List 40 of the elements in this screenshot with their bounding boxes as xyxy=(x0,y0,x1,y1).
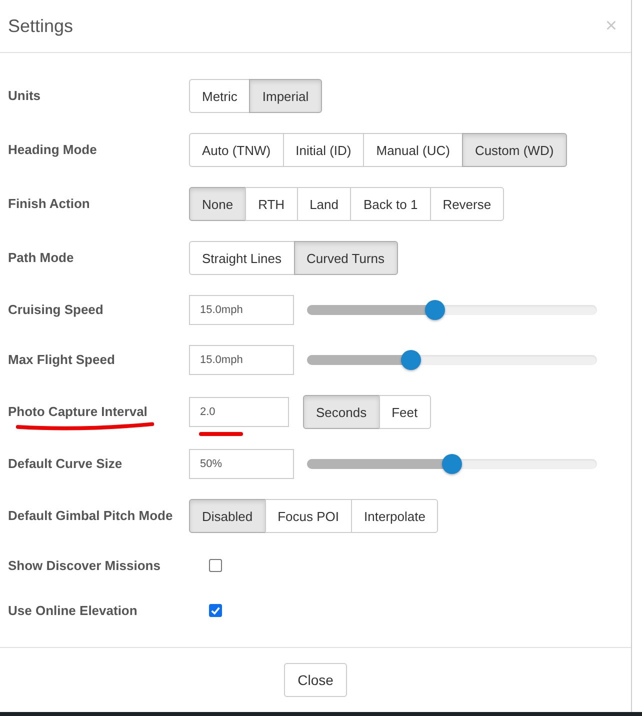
option-button[interactable]: Curved Turns xyxy=(294,241,398,275)
option-button[interactable]: Imperial xyxy=(249,79,322,113)
setting-label: Heading Mode xyxy=(8,142,97,157)
option-button[interactable]: Feet xyxy=(378,395,431,429)
option-button[interactable]: RTH xyxy=(245,187,298,221)
value-field[interactable]: 50% xyxy=(189,449,294,479)
value-field[interactable]: 15.0mph xyxy=(189,295,294,325)
option-button[interactable]: Manual (UC) xyxy=(363,133,463,167)
option-button[interactable]: Initial (ID) xyxy=(282,133,364,167)
slider-thumb[interactable] xyxy=(424,300,445,320)
setting-label: Show Discover Missions xyxy=(8,558,160,572)
slider-thumb[interactable] xyxy=(401,350,422,370)
setting-label: Default Gimbal Pitch Mode xyxy=(8,508,173,523)
setting-label: Use Online Elevation xyxy=(8,602,138,618)
option-button[interactable]: Disabled xyxy=(189,499,266,533)
option-button[interactable]: Metric xyxy=(189,79,250,113)
value-field[interactable]: 15.0mph xyxy=(189,345,294,375)
option-button[interactable]: Back to 1 xyxy=(350,187,431,221)
dialog-title: Settings xyxy=(8,16,74,36)
option-button[interactable]: None xyxy=(189,187,246,221)
setting-label: Cruising Speed xyxy=(8,302,104,317)
setting-label: Default Curve Size xyxy=(8,456,122,471)
value-field[interactable]: 2.0 xyxy=(189,397,289,427)
checkbox[interactable] xyxy=(209,559,222,572)
option-button[interactable]: Focus POI xyxy=(264,499,352,533)
option-button[interactable]: Reverse xyxy=(430,187,504,221)
setting-label: Units xyxy=(8,88,40,103)
option-button[interactable]: Seconds xyxy=(303,395,380,429)
option-button[interactable]: Custom (WD) xyxy=(462,133,567,167)
close-button[interactable]: Close xyxy=(284,663,348,697)
slider-thumb[interactable] xyxy=(442,454,462,474)
option-button[interactable]: Auto (TNW) xyxy=(189,133,284,167)
option-button[interactable]: Land xyxy=(296,187,352,221)
option-button[interactable]: Straight Lines xyxy=(189,241,294,275)
setting-label: Photo Capture Interval xyxy=(8,404,148,419)
setting-label: Path Mode xyxy=(8,250,74,265)
setting-label: Max Flight Speed xyxy=(8,352,115,367)
option-button[interactable]: Interpolate xyxy=(351,499,438,533)
checkbox[interactable] xyxy=(209,604,222,617)
setting-label: Finish Action xyxy=(8,196,90,211)
